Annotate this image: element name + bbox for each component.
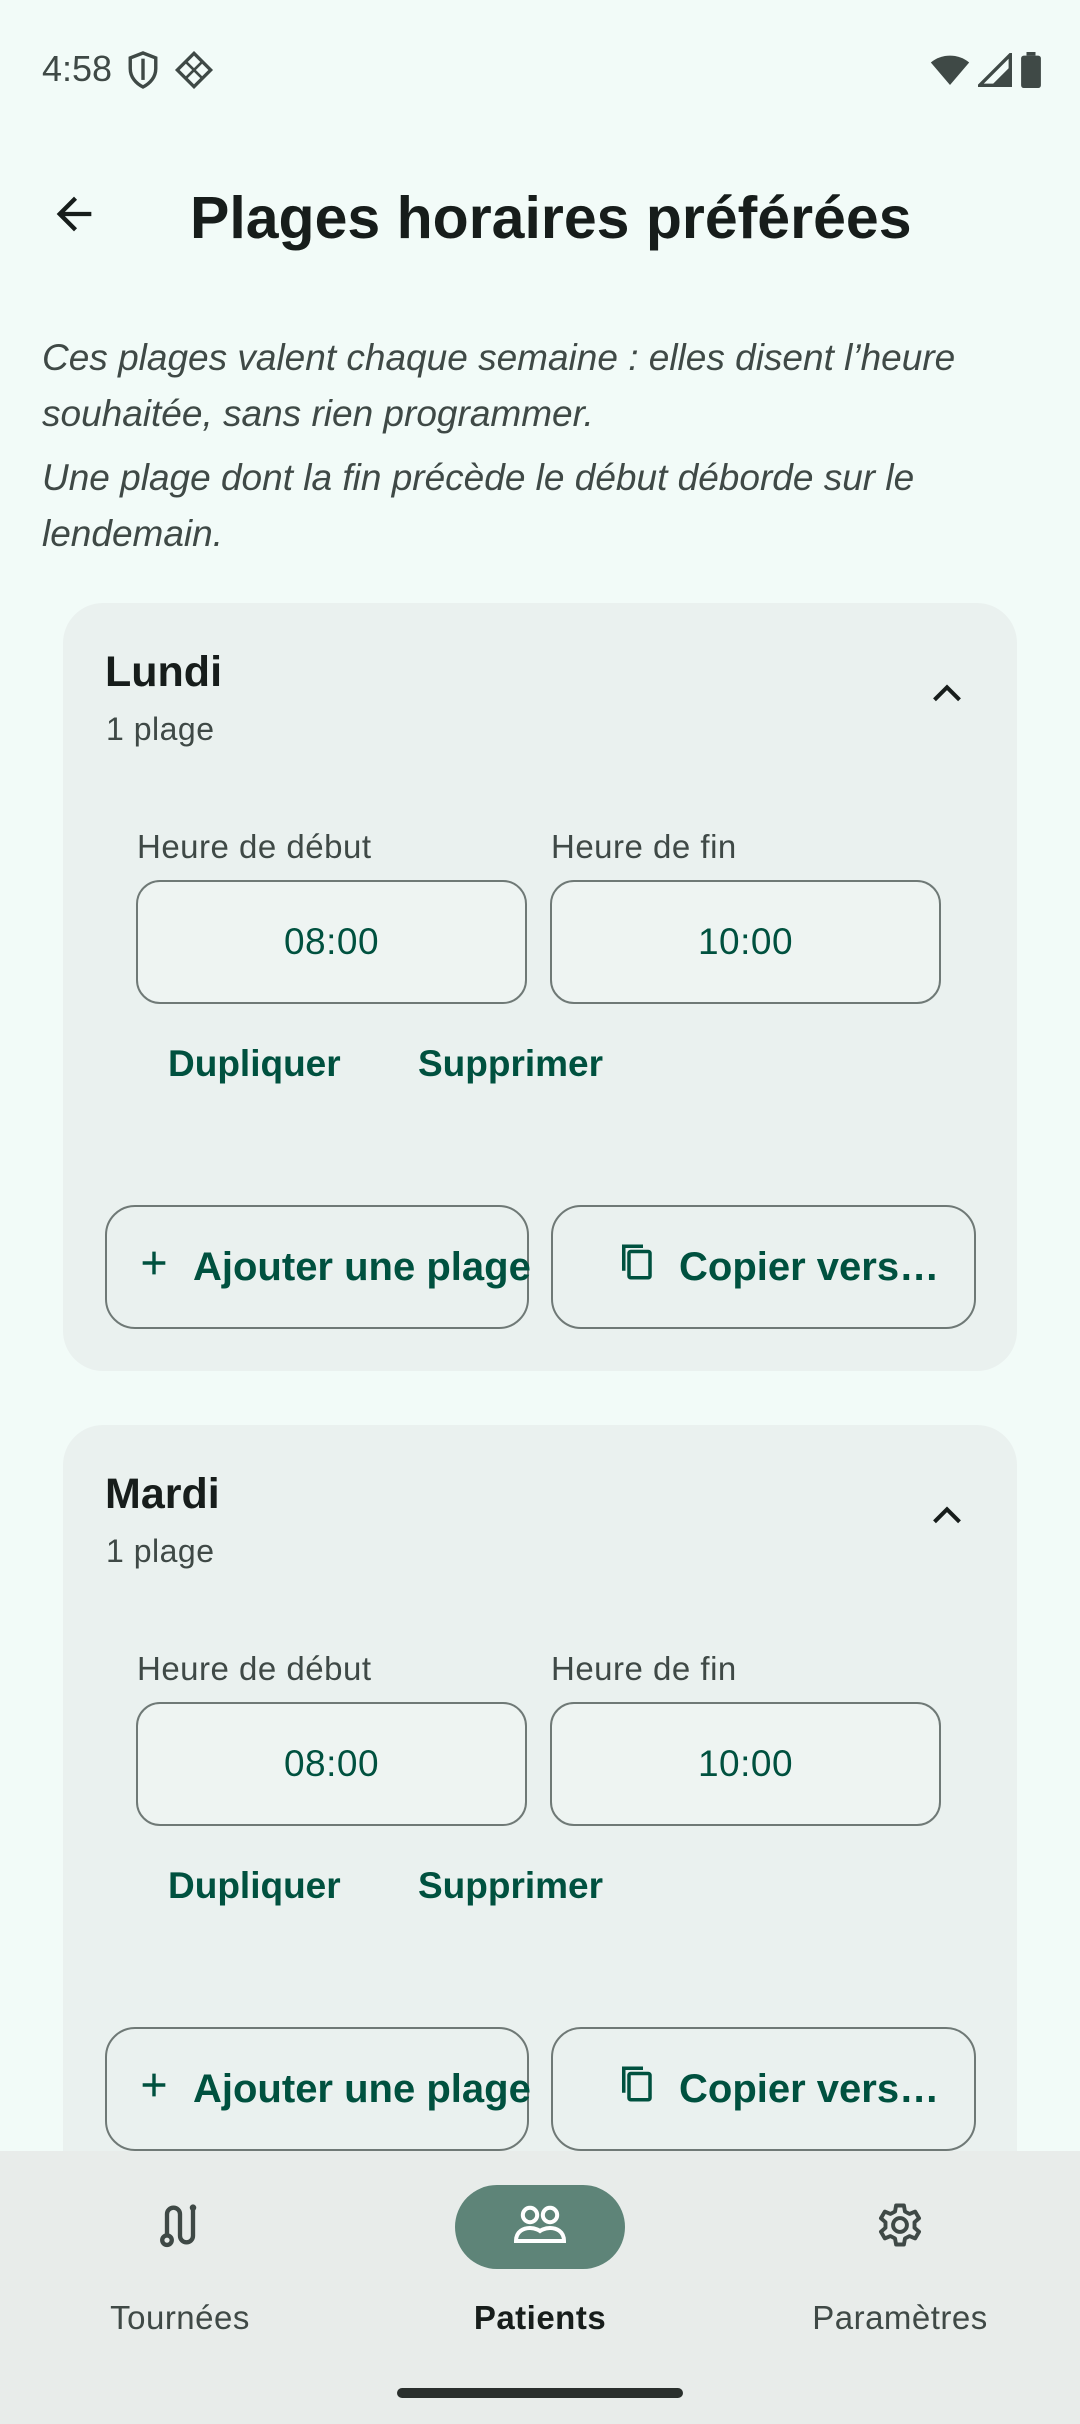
diamond-grid-icon [174, 50, 214, 95]
end-time-field[interactable]: 10:00 [550, 1702, 941, 1826]
delete-button[interactable]: Supprimer [418, 1043, 603, 1085]
chevron-up-icon [927, 1496, 967, 1541]
shield-icon [126, 50, 160, 95]
end-time-label: Heure de fin [551, 828, 737, 865]
start-time-field[interactable]: 08:00 [136, 1702, 527, 1826]
collapse-button[interactable] [919, 668, 975, 724]
bottom-navigation: Tournées Patients Paramètres [0, 2151, 1080, 2424]
status-bar: 4:58 [0, 0, 1080, 140]
intro-line-1: Ces plages valent chaque semaine : elles… [42, 337, 956, 434]
delete-button[interactable]: Supprimer [418, 1865, 603, 1907]
chevron-up-icon [927, 674, 967, 719]
status-time: 4:58 [42, 48, 113, 89]
add-slot-label: Ajouter une plage [193, 1244, 531, 1289]
add-slot-label: Ajouter une plage [193, 2066, 531, 2111]
nav-indicator [815, 2185, 985, 2269]
add-slot-button[interactable]: Ajouter une plage [105, 1205, 531, 1329]
back-button[interactable] [30, 180, 118, 252]
end-time-label: Heure de fin [551, 1650, 737, 1687]
wifi-icon [930, 53, 970, 92]
start-time-field[interactable]: 08:00 [136, 880, 527, 1004]
people-icon [512, 2201, 568, 2254]
nav-item-parametres[interactable]: Paramètres [720, 2151, 1080, 2371]
intro-line-2: Une plage dont la fin précède le début d… [42, 457, 915, 554]
copy-to-button[interactable]: Copier vers… [551, 2027, 976, 2151]
collapse-button[interactable] [919, 1490, 975, 1546]
plus-icon [137, 1245, 171, 1290]
nav-item-tournees[interactable]: Tournées [0, 2151, 360, 2371]
nav-label: Patients [473, 2299, 607, 2336]
day-name: Lundi [105, 648, 223, 696]
arrow-back-icon [48, 188, 100, 245]
day-slot-count: 1 plage [106, 1533, 215, 1569]
nav-label: Tournées [110, 2299, 250, 2336]
duplicate-button[interactable]: Dupliquer [168, 1865, 341, 1907]
day-slot-count: 1 plage [106, 711, 215, 747]
copy-icon [615, 2062, 657, 2116]
add-slot-button[interactable]: Ajouter une plage [105, 2027, 531, 2151]
top-app-bar: Plages horaires préférées [0, 160, 1080, 272]
nav-label: Paramètres [812, 2299, 988, 2336]
home-indicator[interactable] [397, 2388, 683, 2398]
intro-text: Ces plages valent chaque semaine : elles… [42, 330, 1042, 562]
day-name: Mardi [105, 1470, 220, 1518]
plus-icon [137, 2067, 171, 2112]
route-icon [154, 2199, 206, 2256]
duplicate-button[interactable]: Dupliquer [168, 1043, 341, 1085]
start-time-label: Heure de début [137, 1650, 372, 1687]
page-title: Plages horaires préférées [190, 185, 912, 251]
copy-to-button[interactable]: Copier vers… [551, 1205, 976, 1329]
start-time-label: Heure de début [137, 828, 372, 865]
day-card-lundi: Lundi 1 plage Heure de début Heure de fi… [63, 603, 1017, 1371]
copy-to-label: Copier vers… [679, 2066, 940, 2111]
nav-indicator-active [455, 2185, 625, 2269]
copy-to-label: Copier vers… [679, 1244, 940, 1289]
nav-item-patients[interactable]: Patients [360, 2151, 720, 2371]
battery-icon [1020, 52, 1042, 93]
end-time-field[interactable]: 10:00 [550, 880, 941, 1004]
signal-icon [975, 50, 1012, 92]
nav-indicator [95, 2185, 265, 2269]
gear-icon [874, 2199, 926, 2256]
copy-icon [615, 1240, 657, 1294]
